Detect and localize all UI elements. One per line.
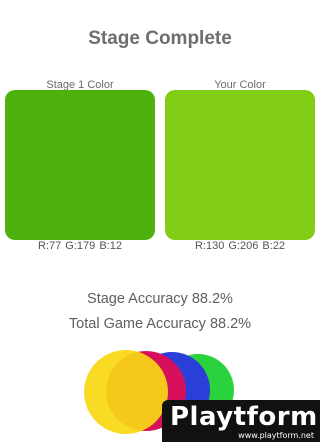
watermark-url: www.playtform.net — [238, 431, 314, 440]
stage-color-rgb: R:77 G:179 B:12 — [38, 240, 122, 252]
watermark-logo: Playtform www.playtform.net — [162, 400, 320, 442]
your-color-rgb: R:130 G:206 B:22 — [194, 240, 286, 252]
stage-accuracy: Stage Accuracy 88.2% — [87, 291, 233, 307]
yellow-circle — [84, 350, 168, 434]
page-title: Stage Complete — [88, 28, 232, 49]
your-color-swatch — [165, 90, 315, 240]
total-accuracy: Total Game Accuracy 88.2% — [68, 316, 252, 332]
watermark-brand: Playtform — [170, 402, 318, 432]
stage-color-swatch — [5, 90, 155, 240]
